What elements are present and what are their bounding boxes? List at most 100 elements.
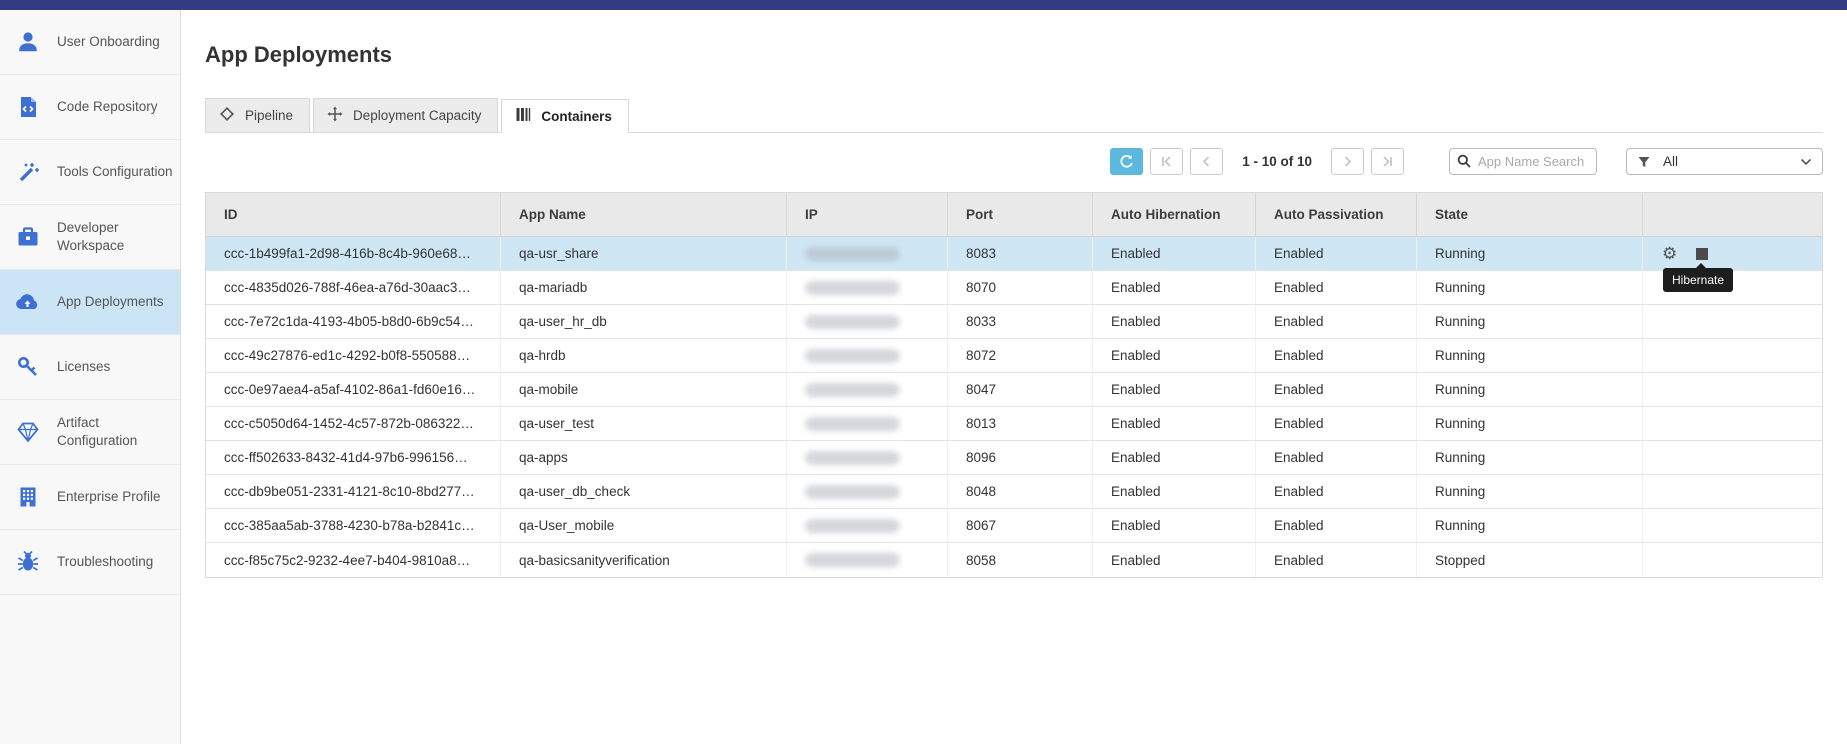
cell-auto-hibernation: Enabled [1093,407,1256,440]
sidebar-item-app-deployments[interactable]: App Deployments [0,270,180,335]
column-header-app-name[interactable]: App Name [501,193,787,236]
table-row[interactable]: ccc-0e97aea4-a5af-4102-86a1-fd60e16…qa-m… [206,373,1822,407]
last-page-button[interactable] [1371,148,1404,175]
sidebar-item-developer-workspace[interactable]: Developer Workspace [0,205,180,270]
previous-page-button[interactable] [1190,148,1223,175]
cell-state: Stopped [1417,543,1643,577]
tab-pipeline[interactable]: Pipeline [205,98,310,133]
cell-app-name: qa-usr_share [501,237,787,270]
cell-actions [1643,441,1822,474]
cell-actions [1643,509,1822,542]
settings-gear-icon[interactable]: ⚙ [1662,245,1677,262]
table-row[interactable]: ccc-7e72c1da-4193-4b05-b8d0-6b9c54…qa-us… [206,305,1822,339]
cell-port: 8083 [948,237,1093,270]
column-header-ip[interactable]: IP [787,193,948,236]
table-row[interactable]: ccc-ff502633-8432-41d4-97b6-996156…qa-ap… [206,441,1822,475]
page-title: App Deployments [205,42,1847,68]
cell-app-name: qa-user_test [501,407,787,440]
cell-id: ccc-c5050d64-1452-4c57-872b-086322… [206,407,501,440]
sidebar-item-licenses[interactable]: Licenses [0,335,180,400]
first-page-button[interactable] [1150,148,1183,175]
redacted-ip [805,485,900,499]
tab-label: Deployment Capacity [353,108,481,123]
filter-dropdown[interactable]: All [1626,148,1823,175]
next-page-button[interactable] [1331,148,1364,175]
table-row[interactable]: ccc-db9be051-2331-4121-8c10-8bd277…qa-us… [206,475,1822,509]
table-row[interactable]: ccc-c5050d64-1452-4c57-872b-086322…qa-us… [206,407,1822,441]
cell-ip [787,271,948,304]
cell-auto-passivation: Enabled [1256,305,1417,338]
filter-funnel-icon [1637,155,1651,169]
sidebar: User Onboarding Code Repository Tools Co… [0,10,181,744]
building-icon [14,484,41,511]
sidebar-item-label: Troubleshooting [57,553,174,571]
cell-app-name: qa-apps [501,441,787,474]
cell-state: Running [1417,305,1643,338]
sidebar-item-enterprise-profile[interactable]: Enterprise Profile [0,465,180,530]
cell-port: 8033 [948,305,1093,338]
cell-id: ccc-ff502633-8432-41d4-97b6-996156… [206,441,501,474]
pipeline-icon [219,106,235,125]
cell-ip [787,407,948,440]
filter-value: All [1663,154,1788,169]
hibernate-stop-icon[interactable] [1696,248,1708,260]
sidebar-item-artifact-configuration[interactable]: Artifact Configuration [0,400,180,465]
cell-port: 8070 [948,271,1093,304]
sidebar-item-troubleshooting[interactable]: Troubleshooting [0,530,180,595]
cell-id: ccc-49c27876-ed1c-4292-b0f8-550588… [206,339,501,372]
column-header-auto-hibernation[interactable]: Auto Hibernation [1093,193,1256,236]
cell-app-name: qa-user_db_check [501,475,787,508]
tab-containers[interactable]: Containers [501,99,629,133]
column-header-state[interactable]: State [1417,193,1643,236]
sidebar-item-code-repository[interactable]: Code Repository [0,75,180,140]
column-header-id[interactable]: ID [206,193,501,236]
table-row[interactable]: ccc-4835d026-788f-46ea-a76d-30aac3…qa-ma… [206,271,1822,305]
tab-strip: Pipeline Deployment Capacity Containers [205,98,1823,133]
cell-auto-hibernation: Enabled [1093,305,1256,338]
cell-ip [787,475,948,508]
table-row[interactable]: ccc-1b499fa1-2d98-416b-8c4b-960e68…qa-us… [206,237,1822,271]
sidebar-item-tools-configuration[interactable]: Tools Configuration [0,140,180,205]
cell-port: 8072 [948,339,1093,372]
redacted-ip [805,349,900,363]
cell-app-name: qa-mobile [501,373,787,406]
cell-state: Running [1417,509,1643,542]
bug-icon [14,549,41,576]
move-icon [327,106,343,125]
user-icon [14,29,41,56]
cell-state: Running [1417,475,1643,508]
column-header-auto-passivation[interactable]: Auto Passivation [1256,193,1417,236]
app-name-search-input[interactable] [1449,148,1597,175]
cell-actions [1643,407,1822,440]
table-row[interactable]: ccc-385aa5ab-3788-4230-b78a-b2841c…qa-Us… [206,509,1822,543]
column-header-port[interactable]: Port [948,193,1093,236]
table-row[interactable]: ccc-f85c75c2-9232-4ee7-b404-9810a8…qa-ba… [206,543,1822,577]
cell-id: ccc-db9be051-2331-4121-8c10-8bd277… [206,475,501,508]
cell-actions [1643,543,1822,577]
tab-label: Containers [541,109,612,124]
cell-auto-hibernation: Enabled [1093,543,1256,577]
cell-auto-passivation: Enabled [1256,373,1417,406]
cell-auto-hibernation: Enabled [1093,441,1256,474]
sidebar-item-user-onboarding[interactable]: User Onboarding [0,10,180,75]
cell-state: Running [1417,271,1643,304]
sidebar-item-label: Code Repository [57,98,174,116]
tab-deployment-capacity[interactable]: Deployment Capacity [313,98,498,133]
cell-actions [1643,475,1822,508]
cell-state: Running [1417,373,1643,406]
cell-state: Running [1417,407,1643,440]
table-row[interactable]: ccc-49c27876-ed1c-4292-b0f8-550588…qa-hr… [206,339,1822,373]
cell-ip [787,373,948,406]
redacted-ip [805,281,900,295]
redacted-ip [805,383,900,397]
cell-port: 8096 [948,441,1093,474]
cell-ip [787,237,948,270]
cell-app-name: qa-User_mobile [501,509,787,542]
cell-port: 8013 [948,407,1093,440]
cell-auto-passivation: Enabled [1256,407,1417,440]
cell-auto-hibernation: Enabled [1093,271,1256,304]
refresh-button[interactable] [1110,148,1143,175]
cell-auto-hibernation: Enabled [1093,509,1256,542]
cell-state: Running [1417,237,1643,270]
sidebar-item-label: Tools Configuration [57,163,174,181]
